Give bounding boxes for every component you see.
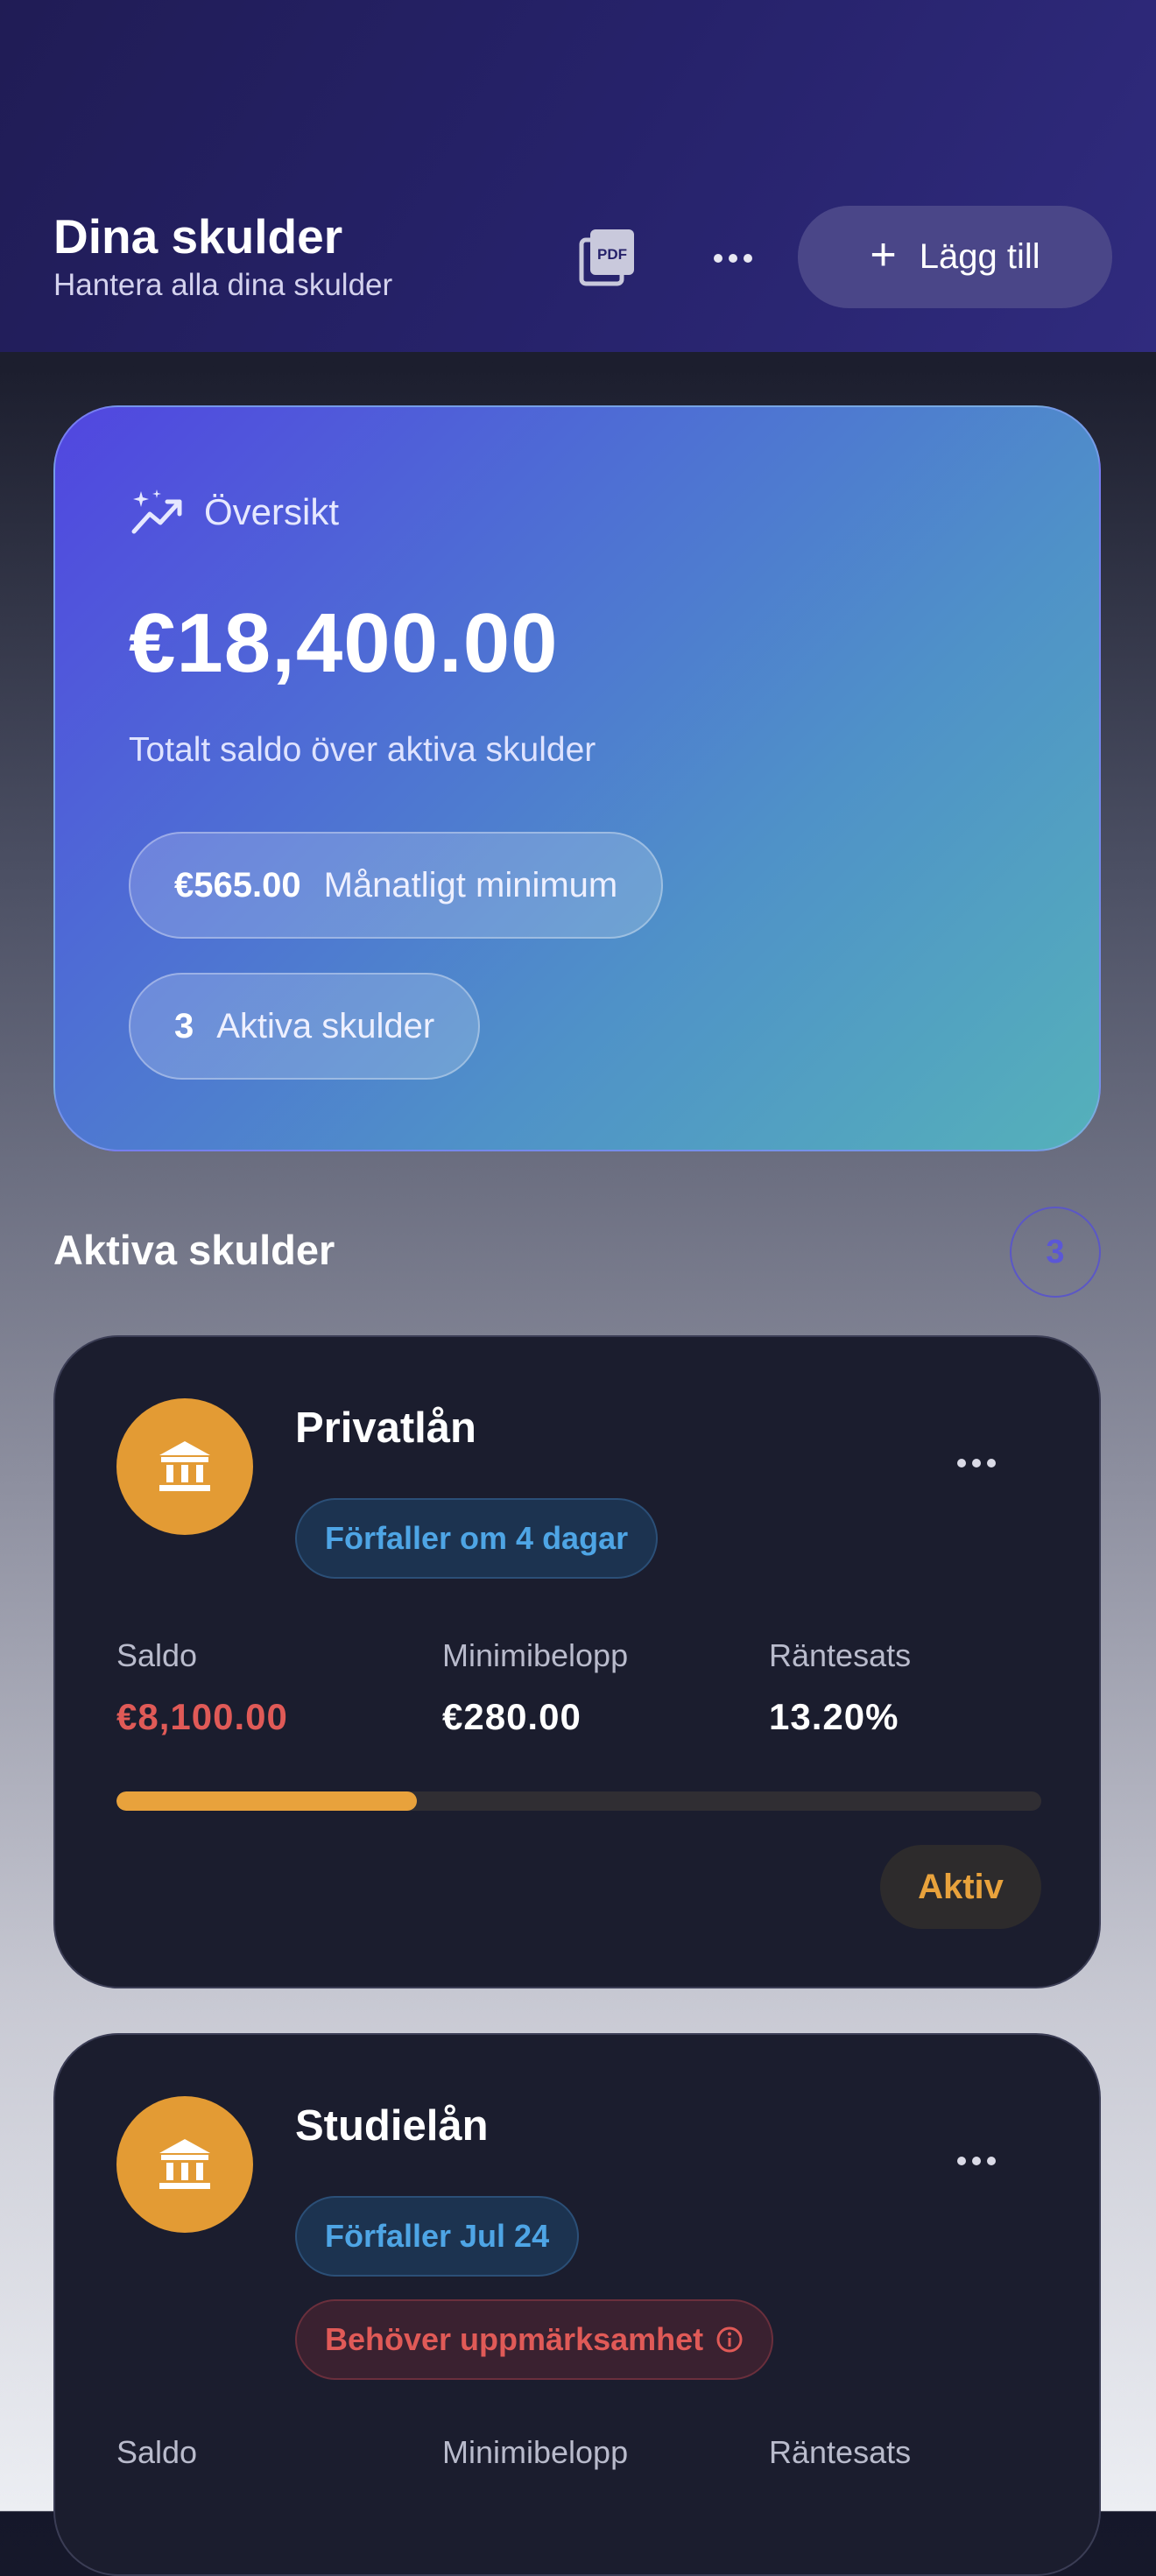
minimum-label: Minimibelopp: [442, 2434, 629, 2470]
saldo-value: €8,100.00: [116, 1696, 288, 1737]
overview-label-row: Översikt: [129, 488, 339, 537]
pdf-export-button[interactable]: PDF: [576, 226, 639, 289]
total-balance-description: Totalt saldo över aktiva skulder: [129, 731, 596, 769]
svg-text:PDF: PDF: [597, 246, 627, 263]
monthly-minimum-value: €565.00: [174, 865, 301, 904]
overview-card: Översikt €18,400.00 Totalt saldo över ak…: [53, 405, 1101, 1151]
rate-label: Räntesats: [769, 2434, 912, 2470]
minimum-label: Minimibelopp: [442, 1637, 629, 1673]
saldo-label: Saldo: [116, 2434, 198, 2470]
bank-icon-circle: [116, 1398, 253, 1535]
bank-icon: [159, 1441, 210, 1491]
minimum-value: €280.00: [442, 1696, 582, 1737]
more-horizontal-icon: [957, 2157, 966, 2165]
attention-badge[interactable]: Behöver uppmärksamhet: [295, 2299, 774, 2380]
bank-icon: [159, 2139, 210, 2189]
info-icon: [716, 2326, 743, 2353]
due-date-badge: Förfaller Jul 24: [295, 2196, 580, 2277]
add-debt-button[interactable]: + Lägg till: [798, 206, 1112, 308]
debt-card[interactable]: Studielån Förfaller Jul 24 Behöver uppmä…: [53, 2033, 1101, 2576]
active-debts-count: 3: [174, 1006, 194, 1045]
page-title: Dina skulder: [53, 209, 343, 264]
active-debts-heading: Aktiva skulder: [53, 1227, 335, 1273]
more-options-button[interactable]: [706, 236, 760, 280]
add-button-label: Lägg till: [919, 237, 1040, 276]
overview-label: Översikt: [204, 491, 340, 532]
saldo-label: Saldo: [116, 1637, 198, 1673]
active-debts-pill: 3 Aktiva skulder: [129, 973, 481, 1080]
debt-menu-button[interactable]: [950, 2143, 1003, 2178]
page-subtitle: Hantera alla dina skulder: [53, 268, 393, 302]
debt-name: Privatlån: [295, 1404, 476, 1452]
debt-card[interactable]: Privatlån Förfaller om 4 dagar Saldo €8,…: [53, 1335, 1101, 1988]
due-date-badge: Förfaller om 4 dagar: [295, 1498, 659, 1579]
plus-icon: +: [870, 229, 897, 280]
app-header: Dina skulder Hantera alla dina skulder P…: [0, 0, 1156, 352]
total-balance: €18,400.00: [129, 596, 559, 690]
debt-menu-button[interactable]: [950, 1446, 1003, 1481]
payoff-progress-fill: [116, 1791, 418, 1811]
debt-name: Studielån: [295, 2102, 489, 2150]
bank-icon-circle: [116, 2096, 253, 2233]
rate-value: 13.20%: [769, 1696, 899, 1737]
more-horizontal-icon: [957, 1459, 966, 1467]
sparkle-trend-icon: [131, 489, 182, 534]
active-debts-label: Aktiva skulder: [216, 1006, 435, 1045]
more-horizontal-icon: [714, 254, 722, 263]
monthly-minimum-pill: €565.00 Månatligt minimum: [129, 832, 664, 939]
status-badge: Aktiv: [880, 1845, 1041, 1929]
payoff-progress-bar: [116, 1791, 1041, 1811]
active-debts-count-badge: 3: [1010, 1207, 1101, 1298]
rate-label: Räntesats: [769, 1637, 912, 1673]
attention-label: Behöver uppmärksamhet: [325, 2321, 704, 2357]
pdf-icon: PDF: [579, 229, 634, 286]
monthly-minimum-label: Månatligt minimum: [323, 865, 618, 904]
